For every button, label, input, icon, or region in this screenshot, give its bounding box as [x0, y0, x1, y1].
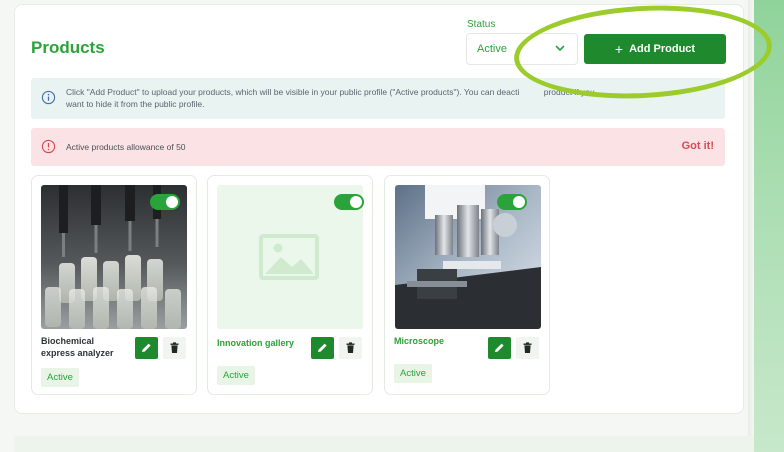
- product-visibility-toggle[interactable]: [334, 194, 364, 210]
- product-name: Biochemical express analyzer: [41, 336, 114, 358]
- allowance-alert-text: Active products allowance of 50: [66, 142, 186, 152]
- trash-icon: [523, 342, 532, 353]
- pencil-icon: [495, 343, 504, 352]
- page-title: Products: [31, 38, 105, 57]
- right-side-panel: [754, 0, 784, 452]
- info-banner-line2: want to hide it from the public profile.: [66, 99, 205, 109]
- trash-icon: [170, 342, 179, 353]
- pencil-icon: [318, 343, 327, 352]
- status-filter-value: Active: [477, 43, 507, 55]
- product-card: Innovation gallery Active: [207, 175, 373, 395]
- edit-product-button[interactable]: [311, 337, 334, 359]
- status-badge: Active: [41, 368, 79, 387]
- info-banner-text: Click "Add Product" to upload your produ…: [66, 86, 696, 110]
- product-name: Innovation gallery: [217, 338, 295, 348]
- product-card: Microscope Active: [384, 175, 550, 395]
- product-name: Microscope: [394, 336, 445, 346]
- plus-icon: +: [614, 41, 624, 57]
- pencil-icon: [142, 343, 151, 352]
- allowance-alert: Active products allowance of 50 Got it!: [31, 128, 725, 166]
- edit-product-button[interactable]: [488, 337, 511, 359]
- status-badge: Active: [217, 366, 255, 385]
- info-icon: [41, 90, 56, 105]
- edit-product-button[interactable]: [135, 337, 158, 359]
- status-filter-select[interactable]: Active: [466, 33, 578, 65]
- delete-product-button[interactable]: [516, 337, 539, 359]
- bottom-section: [14, 436, 754, 452]
- trash-icon: [346, 342, 355, 353]
- add-product-label: Add Product: [629, 43, 696, 55]
- delete-product-button[interactable]: [163, 337, 186, 359]
- status-filter-label: Status: [467, 19, 496, 30]
- delete-product-button[interactable]: [339, 337, 362, 359]
- add-product-button[interactable]: + Add Product: [584, 34, 726, 64]
- status-badge: Active: [394, 364, 432, 383]
- product-visibility-toggle[interactable]: [150, 194, 180, 210]
- info-banner-line1-tail: product if you: [543, 87, 595, 97]
- product-visibility-toggle[interactable]: [497, 194, 527, 210]
- product-card: Biochemical express analyzer Active: [31, 175, 197, 395]
- info-banner-line1: Click "Add Product" to upload your produ…: [66, 87, 520, 97]
- alert-circle-icon: [41, 139, 56, 154]
- info-banner: Click "Add Product" to upload your produ…: [31, 78, 725, 119]
- got-it-button[interactable]: Got it!: [682, 140, 714, 152]
- chevron-down-icon: [555, 45, 565, 51]
